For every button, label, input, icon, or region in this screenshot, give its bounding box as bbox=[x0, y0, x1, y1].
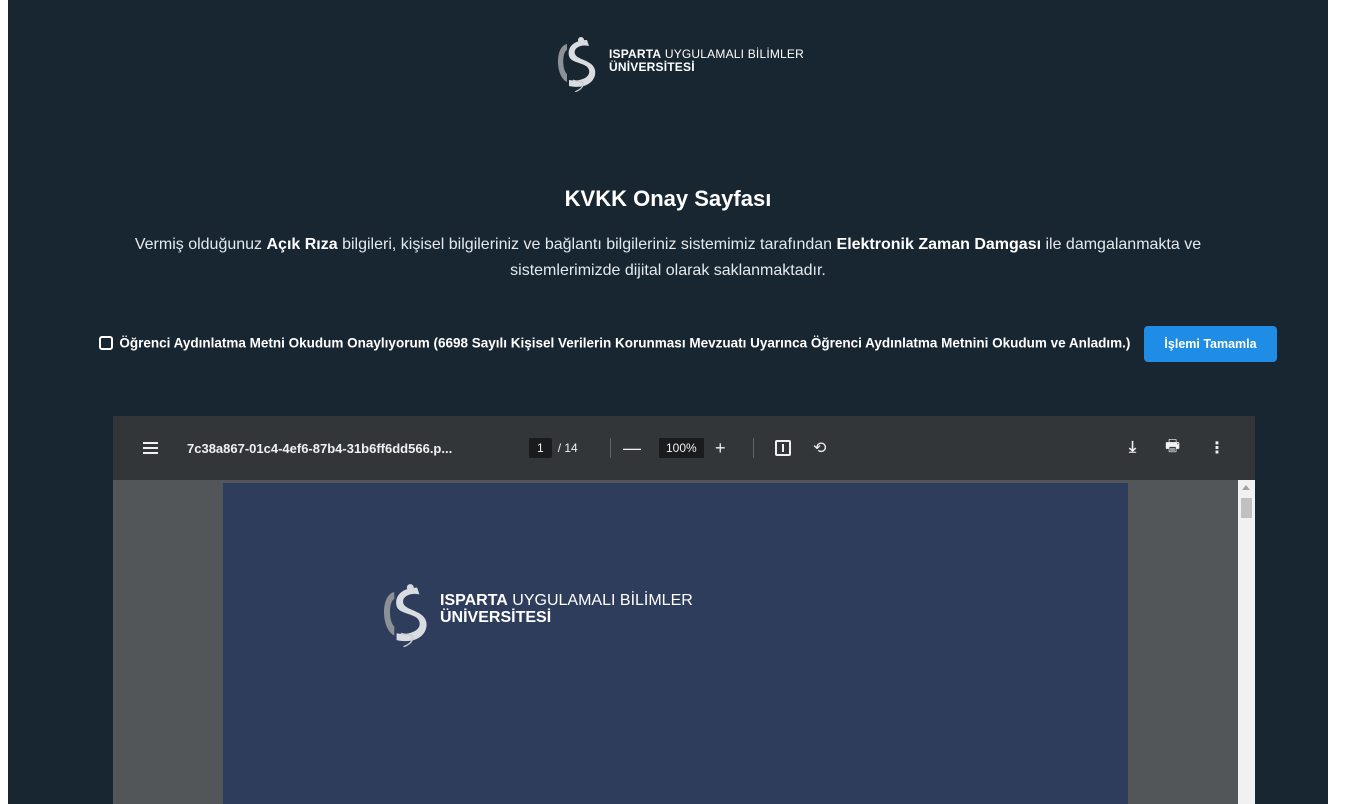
menu-icon[interactable] bbox=[143, 416, 158, 480]
zoom-value: 100% bbox=[659, 438, 704, 458]
fit-page-icon[interactable] bbox=[775, 416, 791, 480]
pdf-university-logo: ISPARTA UYGULAMALI BİLİMLER ÜNİVERSİTESİ bbox=[378, 583, 693, 648]
description-part: Vermiş olduğunuz bbox=[134, 236, 267, 253]
logo-text-bold: ISPARTA bbox=[609, 47, 662, 61]
logo-text-rest: UYGULAMALI BİLİMLER bbox=[661, 47, 805, 61]
page-title: KVKK Onay Sayfası bbox=[564, 186, 772, 211]
pdf-toolbar: 7c38a867-01c4-4ef6-87b4-31b6ff6dd566.p..… bbox=[113, 416, 1255, 480]
logo-text-line2: ÜNİVERSİTESİ bbox=[440, 608, 552, 626]
toolbar-divider bbox=[753, 438, 754, 458]
complete-button[interactable]: İşlemi Tamamla bbox=[1144, 326, 1277, 362]
zoom-in-icon[interactable]: + bbox=[715, 416, 726, 480]
description-text: Vermiş olduğunuz Açık Rıza bilgileri, ki… bbox=[88, 232, 1248, 284]
consent-checkbox[interactable] bbox=[99, 335, 114, 350]
zoom-out-icon[interactable]: — bbox=[623, 416, 641, 480]
description-part: bilgileri, kişisel bilgileriniz ve bağla… bbox=[337, 236, 837, 253]
print-icon[interactable]: 🖶 bbox=[1165, 416, 1180, 480]
logo-mark-icon bbox=[378, 583, 438, 648]
pdf-filename: 7c38a867-01c4-4ef6-87b4-31b6ff6dd566.p..… bbox=[187, 440, 453, 456]
logo-mark-icon bbox=[553, 36, 605, 93]
rotate-icon[interactable]: ⟲ bbox=[813, 416, 826, 480]
pdf-viewer: 7c38a867-01c4-4ef6-87b4-31b6ff6dd566.p..… bbox=[113, 416, 1255, 804]
pdf-page: ISPARTA UYGULAMALI BİLİMLER ÜNİVERSİTESİ bbox=[223, 483, 1128, 804]
zoom-level[interactable]: 100% bbox=[659, 416, 704, 480]
pdf-scrollbar[interactable] bbox=[1238, 480, 1255, 804]
logo-text-rest: UYGULAMALI BİLİMLER bbox=[507, 592, 693, 609]
more-options-icon[interactable]: ⋮ bbox=[1209, 416, 1225, 480]
scroll-up-icon[interactable] bbox=[1242, 485, 1250, 490]
toolbar-divider bbox=[610, 438, 611, 458]
description-bold: Elektronik Zaman Damgası bbox=[836, 236, 1042, 253]
scroll-thumb[interactable] bbox=[1241, 498, 1252, 518]
page-number-input[interactable]: 1 bbox=[529, 438, 552, 458]
logo-text-line2: ÜNİVERSİTESİ bbox=[609, 59, 695, 74]
page-total: / 14 bbox=[557, 441, 578, 455]
logo-text-bold: ISPARTA bbox=[440, 592, 508, 609]
download-icon[interactable]: ⤓ bbox=[1129, 416, 1136, 480]
page: ISPARTA UYGULAMALI BİLİMLER ÜNİVERSİTESİ… bbox=[8, 0, 1328, 804]
consent-row: Öğrenci Aydınlatma Metni Okudum Onaylıyo… bbox=[88, 326, 1288, 362]
university-logo: ISPARTA UYGULAMALI BİLİMLER ÜNİVERSİTESİ bbox=[553, 36, 805, 93]
page-indicator: 1 / 14 bbox=[529, 416, 578, 480]
consent-label[interactable]: Öğrenci Aydınlatma Metni Okudum Onaylıyo… bbox=[119, 336, 1130, 351]
description-bold: Açık Rıza bbox=[266, 236, 338, 253]
